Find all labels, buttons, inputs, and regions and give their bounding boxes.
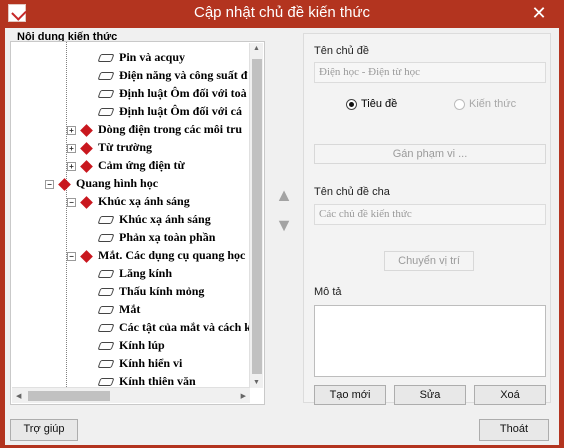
- close-button[interactable]: ✕: [528, 3, 550, 23]
- book-icon: [97, 108, 115, 117]
- collapse-button[interactable]: −: [45, 179, 54, 189]
- tree-item[interactable]: Pin và acquy: [97, 48, 186, 66]
- book-icon: [97, 54, 115, 63]
- book-icon: [97, 306, 115, 315]
- scroll-left-icon[interactable]: ◀: [16, 392, 21, 400]
- description-label: Mô tả: [314, 286, 342, 298]
- radio-knowledge[interactable]: Kiến thức: [454, 98, 516, 110]
- tree-item-label: Mắt. Các dụng cụ quang học: [98, 248, 246, 262]
- tree-item[interactable]: + Dòng điện trong các môi tru: [67, 120, 242, 138]
- tree-item-label: Pin và acquy: [119, 50, 186, 64]
- tree-item[interactable]: Định luật Ôm đối với cá: [97, 102, 242, 120]
- move-position-button[interactable]: Chuyển vị trí: [384, 251, 474, 271]
- tree-item-label: Từ trường: [98, 140, 153, 154]
- topic-name-field[interactable]: Điện học - Điện từ học: [314, 62, 546, 83]
- book-icon: [97, 72, 115, 81]
- tree-item[interactable]: − Mắt. Các dụng cụ quang học: [67, 246, 245, 264]
- radio-knowledge-label: Kiến thức: [469, 98, 517, 110]
- tree-item[interactable]: − Khúc xạ ánh sáng: [67, 192, 190, 210]
- tree-item-label: Dòng điện trong các môi tru: [98, 122, 243, 136]
- topic-icon: [80, 123, 93, 137]
- book-icon: [97, 324, 115, 333]
- tree-item[interactable]: Định luật Ôm đối với toà: [97, 84, 247, 102]
- tree-item[interactable]: Kính hiển vi: [97, 354, 183, 372]
- tree-item[interactable]: Thấu kính mỏng: [97, 282, 205, 300]
- tree-item-label: Thấu kính mỏng: [119, 284, 205, 298]
- book-icon: [97, 342, 115, 351]
- topic-icon: [80, 159, 93, 173]
- tree-item-label: Mắt: [119, 302, 141, 316]
- horizontal-scroll-thumb[interactable]: [28, 391, 110, 401]
- book-icon: [97, 378, 115, 387]
- expand-button[interactable]: +: [67, 125, 76, 135]
- move-up-button[interactable]: ▲: [274, 186, 294, 204]
- book-icon: [97, 234, 115, 243]
- topic-icon: [80, 195, 93, 209]
- radio-title-label: Tiêu đề: [361, 98, 398, 110]
- tree-guide-line: [66, 42, 67, 387]
- tree-item[interactable]: Kính lúp: [97, 336, 165, 354]
- tree-item-label: Các tật của mắt và cách k: [119, 320, 251, 334]
- tree-item-label: Cảm ứng điện từ: [98, 158, 185, 172]
- tree-horizontal-scrollbar[interactable]: ◀ ▶: [12, 387, 250, 403]
- edit-button[interactable]: Sửa: [394, 385, 466, 405]
- expand-button[interactable]: +: [67, 143, 76, 153]
- book-icon: [97, 216, 115, 225]
- move-down-button[interactable]: ▼: [274, 216, 294, 234]
- topic-icon: [80, 141, 93, 155]
- tree-item-label: Khúc xạ ánh sáng: [98, 194, 190, 208]
- tree-vertical-scrollbar[interactable]: ▲ ▼: [249, 43, 263, 388]
- tree-item-label: Định luật Ôm đối với cá: [119, 104, 242, 118]
- tree-item[interactable]: Lăng kính: [97, 264, 173, 282]
- exit-button[interactable]: Thoát: [479, 419, 549, 441]
- book-icon: [97, 360, 115, 369]
- topic-name-label: Tên chủ đề: [314, 45, 370, 57]
- tree-item[interactable]: Các tật của mắt và cách k: [97, 318, 251, 336]
- topic-icon: [80, 249, 93, 263]
- parent-topic-field[interactable]: Các chủ đề kiến thức: [314, 204, 546, 225]
- scroll-right-icon[interactable]: ▶: [241, 392, 246, 400]
- radio-unselected-icon: [454, 98, 465, 110]
- tree-item-label: Kính thiên văn: [119, 374, 196, 388]
- tree-item[interactable]: Mắt: [97, 300, 141, 318]
- assign-scope-button[interactable]: Gán phạm vi ...: [314, 144, 546, 164]
- book-icon: [97, 90, 115, 99]
- tree-item[interactable]: − Quang hình học: [45, 174, 158, 192]
- dialog-body: Nội dung kiến thức Pin và acquy Điện năn…: [5, 28, 559, 445]
- tree-item-label: Điện năng và công suất đ: [119, 68, 248, 82]
- help-button[interactable]: Trợ giúp: [10, 419, 78, 441]
- tree-item-label: Khúc xạ ánh sáng: [119, 212, 211, 226]
- knowledge-tree[interactable]: Pin và acquy Điện năng và công suất đ Đị…: [10, 41, 265, 405]
- tree-item[interactable]: + Từ trường: [67, 138, 152, 156]
- window-title: Cập nhật chủ đề kiến thức: [194, 4, 370, 21]
- tree-item-label: Kính lúp: [119, 338, 165, 352]
- collapse-button[interactable]: −: [67, 251, 76, 261]
- title-bar: Cập nhật chủ đề kiến thức ✕: [0, 0, 564, 28]
- tree-item[interactable]: Điện năng và công suất đ: [97, 66, 248, 84]
- tree-item-label: Phản xạ toàn phần: [119, 230, 216, 244]
- description-textarea[interactable]: [314, 305, 546, 377]
- vertical-scroll-thumb[interactable]: [252, 59, 262, 374]
- tree-item-label: Quang hình học: [76, 176, 159, 190]
- new-button[interactable]: Tạo mới: [314, 385, 386, 405]
- topic-icon: [58, 177, 71, 191]
- scroll-up-icon[interactable]: ▲: [253, 45, 260, 52]
- radio-selected-icon: [346, 98, 357, 110]
- parent-topic-label: Tên chủ đề cha: [314, 186, 390, 198]
- collapse-button[interactable]: −: [67, 197, 76, 207]
- tree-item-label: Lăng kính: [119, 266, 173, 280]
- radio-title[interactable]: Tiêu đề: [346, 98, 397, 110]
- book-icon: [97, 270, 115, 279]
- tree-item[interactable]: Khúc xạ ánh sáng: [97, 210, 211, 228]
- tree-item-label: Định luật Ôm đối với toà: [119, 86, 247, 100]
- scroll-down-icon[interactable]: ▼: [253, 379, 260, 386]
- tree-item-label: Kính hiển vi: [119, 356, 183, 370]
- topic-details-panel: Tên chủ đề Điện học - Điện từ học Tiêu đ…: [303, 33, 551, 405]
- delete-button[interactable]: Xoá: [474, 385, 546, 405]
- tree-item[interactable]: Phản xạ toàn phần: [97, 228, 216, 246]
- expand-button[interactable]: +: [67, 161, 76, 171]
- tree-item[interactable]: + Cảm ứng điện từ: [67, 156, 185, 174]
- book-icon: [97, 288, 115, 297]
